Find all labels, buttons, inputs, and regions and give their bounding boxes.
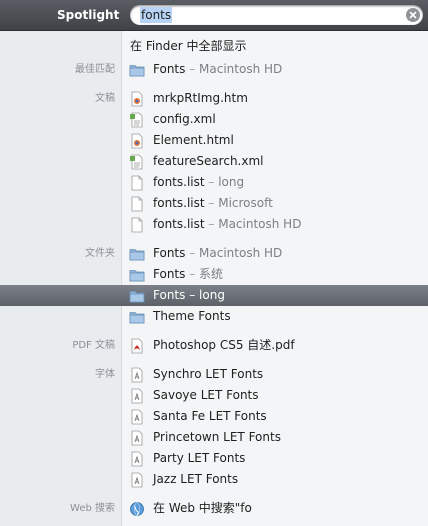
xml-document-icon bbox=[129, 112, 145, 128]
result-row[interactable]: mrkpRtImg.htm bbox=[122, 88, 428, 109]
clear-search-icon[interactable] bbox=[406, 8, 420, 22]
result-location: Macintosh HD bbox=[199, 62, 283, 76]
result-name: 在 Web 中搜索"fo bbox=[153, 501, 252, 515]
result-name: Princetown LET Fonts bbox=[153, 430, 281, 444]
font-file-icon bbox=[129, 409, 145, 425]
category-label: 字体 bbox=[95, 369, 115, 380]
show-all-in-finder[interactable]: 在 Finder 中全部显示 bbox=[122, 36, 428, 57]
result-row[interactable]: Fonts – 系统 bbox=[122, 264, 428, 285]
result-row[interactable]: Theme Fonts bbox=[122, 306, 428, 327]
result-name: featureSearch.xml bbox=[153, 154, 264, 168]
folder-icon bbox=[129, 267, 145, 283]
result-location: 系统 bbox=[199, 267, 224, 281]
result-name: fonts.list – Microsoft bbox=[153, 196, 273, 210]
html-document-icon bbox=[129, 91, 145, 107]
blank-document-icon bbox=[129, 175, 145, 191]
result-name: Jazz LET Fonts bbox=[153, 472, 239, 486]
result-row[interactable]: config.xml bbox=[122, 109, 428, 130]
folder-icon bbox=[129, 62, 145, 78]
html-document-icon bbox=[129, 133, 145, 149]
result-name: Fonts – long bbox=[153, 288, 225, 302]
folder-icon bbox=[129, 288, 145, 304]
search-input[interactable]: fonts bbox=[140, 7, 173, 23]
result-name: Element.html bbox=[153, 133, 234, 147]
result-name: fonts.list – long bbox=[153, 175, 245, 189]
xml-document-icon bbox=[129, 154, 145, 170]
result-row[interactable]: fonts.list – Macintosh HD bbox=[122, 214, 428, 235]
result-location: Macintosh HD bbox=[218, 217, 302, 231]
result-row[interactable]: Santa Fe LET Fonts bbox=[122, 406, 428, 427]
category-label: 文件夹 bbox=[85, 248, 115, 259]
category-label: 最佳匹配 bbox=[75, 64, 115, 75]
globe-icon bbox=[129, 501, 145, 517]
font-file-icon bbox=[129, 367, 145, 383]
search-field[interactable]: fonts bbox=[130, 5, 423, 25]
result-row-selected[interactable]: Fonts – long bbox=[0, 285, 428, 306]
result-name: Photoshop CS5 自述.pdf bbox=[153, 338, 295, 352]
folder-icon bbox=[129, 246, 145, 262]
spotlight-header: Spotlight fonts bbox=[0, 0, 428, 31]
result-name: Fonts – Macintosh HD bbox=[153, 62, 283, 76]
result-row[interactable]: fonts.list – Microsoft bbox=[122, 193, 428, 214]
result-row[interactable]: Princetown LET Fonts bbox=[122, 427, 428, 448]
result-row[interactable]: Fonts – Macintosh HD bbox=[122, 59, 428, 80]
result-name: Fonts – 系统 bbox=[153, 267, 224, 281]
result-name: Party LET Fonts bbox=[153, 451, 246, 465]
result-location: long bbox=[199, 288, 225, 302]
result-name: config.xml bbox=[153, 112, 216, 126]
result-row[interactable]: Synchro LET Fonts bbox=[122, 364, 428, 385]
result-location: long bbox=[218, 175, 245, 189]
result-name: Theme Fonts bbox=[153, 309, 231, 323]
blank-document-icon bbox=[129, 196, 145, 212]
result-name: fonts.list – Macintosh HD bbox=[153, 217, 302, 231]
result-row[interactable]: fonts.list – long bbox=[122, 172, 428, 193]
blank-document-icon bbox=[129, 217, 145, 233]
category-label: Web 搜索 bbox=[70, 503, 115, 514]
result-row[interactable]: Fonts – Macintosh HD bbox=[122, 243, 428, 264]
result-name: Savoye LET Fonts bbox=[153, 388, 259, 402]
pdf-document-icon bbox=[129, 338, 145, 354]
category-label: 文稿 bbox=[95, 93, 115, 104]
category-label: PDF 文稿 bbox=[72, 340, 115, 351]
result-row[interactable]: Party LET Fonts bbox=[122, 448, 428, 469]
font-file-icon bbox=[129, 388, 145, 404]
result-location: Macintosh HD bbox=[199, 246, 283, 260]
result-row[interactable]: 在 Web 中搜索"fo bbox=[122, 498, 428, 519]
result-row[interactable]: Jazz LET Fonts bbox=[122, 469, 428, 490]
result-location: Microsoft bbox=[218, 196, 273, 210]
font-file-icon bbox=[129, 472, 145, 488]
result-name: Santa Fe LET Fonts bbox=[153, 409, 267, 423]
result-name: Synchro LET Fonts bbox=[153, 367, 264, 381]
result-row[interactable]: Element.html bbox=[122, 130, 428, 151]
result-name: Fonts – Macintosh HD bbox=[153, 246, 283, 260]
font-file-icon bbox=[129, 430, 145, 446]
folder-icon bbox=[129, 309, 145, 325]
spotlight-title: Spotlight bbox=[57, 8, 120, 22]
font-file-icon bbox=[129, 451, 145, 467]
result-row[interactable]: Savoye LET Fonts bbox=[122, 385, 428, 406]
result-row[interactable]: featureSearch.xml bbox=[122, 151, 428, 172]
result-row[interactable]: Photoshop CS5 自述.pdf bbox=[122, 335, 428, 356]
result-name: mrkpRtImg.htm bbox=[153, 91, 248, 105]
